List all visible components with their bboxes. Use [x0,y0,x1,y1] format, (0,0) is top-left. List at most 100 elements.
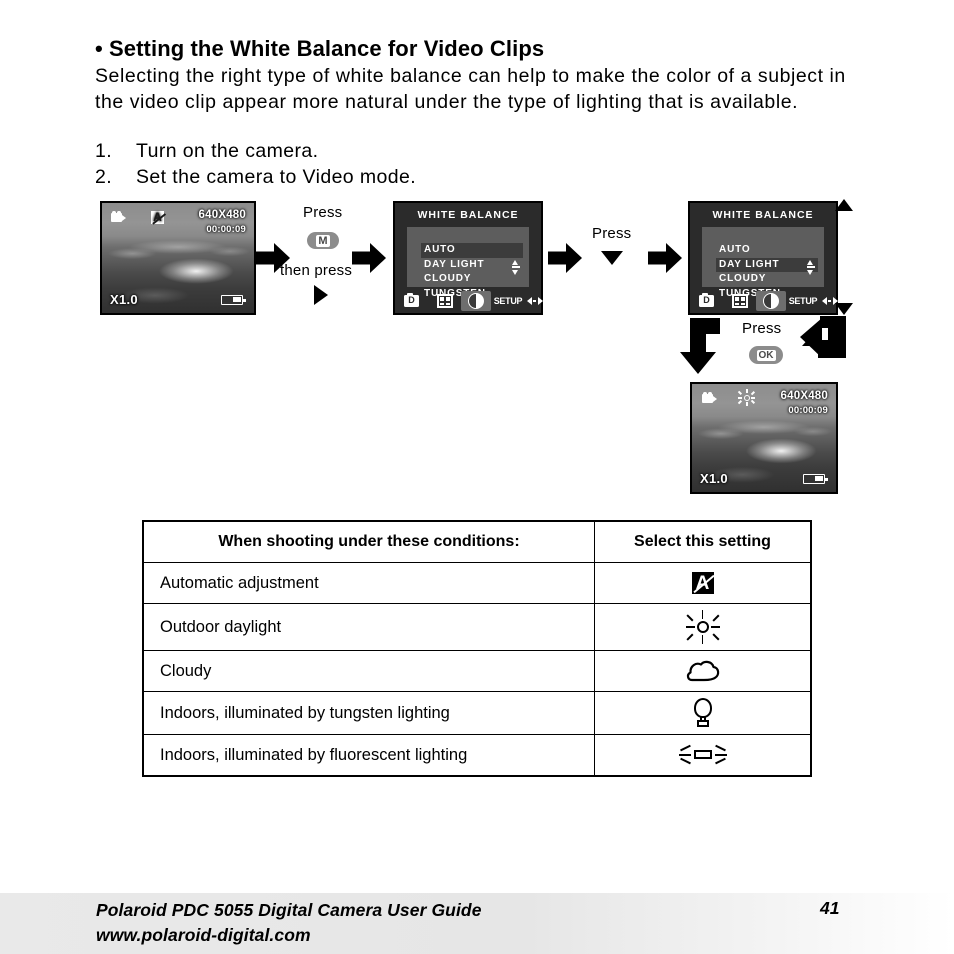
contrast-circle-icon [468,293,484,309]
white-balance-settings-table: When shooting under these conditions: Se… [142,520,812,777]
list-item: 1. Turn on the camera. [95,139,795,165]
table-header-row: When shooting under these conditions: Se… [144,522,810,563]
menu-panel: AUTO DAY LIGHT CLOUDY TUNGSTEN [702,227,824,299]
wb-tungsten-bulb-icon [690,698,716,728]
table-row: Outdoor daylight [144,604,810,651]
battery-icon [803,474,828,484]
zoom-level-label: X1.0 [110,292,138,307]
menu-item-auto[interactable]: AUTO [716,243,818,258]
step-text: Turn on the camera. [136,140,319,162]
flow-arrow-bent-left [676,316,722,376]
capture-mode-icon [699,292,714,307]
page-title: • Setting the White Balance for Video Cl… [95,36,545,61]
wb-daylight-sun-icon [737,389,755,406]
zoom-level-label: X1.0 [700,471,728,486]
tab-capture-mode[interactable] [395,291,428,311]
tab-contrast[interactable] [756,291,786,311]
tab-left-right[interactable] [525,291,545,311]
step-number: 2. [95,165,113,188]
tab-quality[interactable] [723,291,756,311]
condition-cell: Cloudy [144,651,595,691]
menu-item-cloudy[interactable]: CLOUDY [716,272,818,287]
menu-title: WHITE BALANCE [417,209,519,221]
setting-cell [595,563,810,603]
recording-time-label: 00:00:09 [206,224,246,235]
menu-tab-bar: SETUP [395,289,543,313]
table-row: Indoors, illuminated by fluorescent ligh… [144,735,810,775]
tab-setup[interactable]: SETUP [786,291,820,311]
setting-cell [595,692,810,734]
menu-item-day-light[interactable]: DAY LIGHT [421,258,523,273]
condition-cell: Automatic adjustment [144,563,595,603]
m-button-label: M [316,234,330,247]
triangle-up-icon [835,199,853,211]
recording-time-label: 00:00:09 [788,405,828,416]
scroll-up-down-icon[interactable] [806,260,815,275]
steps-list: 1. Turn on the camera. 2. Set the camera… [95,139,795,190]
menu-item-day-light[interactable]: DAY LIGHT [716,257,818,272]
condition-cell: Indoors, illuminated by fluorescent ligh… [144,735,595,775]
menu-tab-bar: SETUP [690,289,838,313]
footer-text: Polaroid PDC 5055 Digital Camera User Gu… [96,898,482,948]
tab-capture-mode[interactable] [690,291,723,311]
setting-cell [595,604,810,650]
menu-item-cloudy[interactable]: CLOUDY [421,272,523,287]
footer-guide-title: Polaroid PDC 5055 Digital Camera User Gu… [96,900,482,920]
tab-setup[interactable]: SETUP [491,291,525,311]
m-button[interactable]: M [307,232,339,249]
battery-icon [221,295,246,305]
column-header-conditions: When shooting under these conditions: [144,522,595,562]
ok-button[interactable]: OK [749,346,783,364]
press-label-2: Press [592,225,632,242]
press-label-1: Press [303,204,343,221]
step-text: Set the camera to Video mode. [136,165,417,188]
lcd-preview-after: 640X480 00:00:09 X1.0 [690,382,838,494]
flow-arrow-right [352,243,386,273]
manual-page: • Setting the White Balance for Video Cl… [0,0,954,954]
resolution-label: 640X480 [198,209,246,221]
white-balance-menu-1[interactable]: WHITE BALANCE AUTO DAY LIGHT CLOUDY TUNG… [393,201,543,315]
triangle-down-icon [601,251,623,265]
triangle-right-icon [314,285,328,305]
ok-button-label: OK [756,349,776,361]
menu-title: WHITE BALANCE [712,209,814,221]
table-row: Indoors, illuminated by tungsten lightin… [144,692,810,735]
flow-arrow-right [548,243,582,273]
wb-fluorescent-icon [678,743,728,767]
capture-mode-icon [404,292,419,307]
menu-item-auto[interactable]: AUTO [421,243,523,258]
quality-grid-icon [731,294,748,308]
wb-cloudy-icon [686,660,720,682]
setting-cell [595,735,810,775]
flow-arrow-right [648,243,682,273]
white-balance-menu-2[interactable]: WHITE BALANCE AUTO DAY LIGHT CLOUDY TUNG… [688,201,838,315]
camcorder-icon [702,392,717,403]
lcd-preview-before: 640X480 00:00:09 X1.0 [100,201,256,315]
footer-website: www.polaroid-digital.com [96,925,311,945]
scroll-up-down-icon[interactable] [511,260,520,275]
list-item: 2. Set the camera to Video mode. [95,165,795,191]
table-row: Cloudy [144,651,810,692]
wb-auto-icon [151,210,164,225]
page-number: 41 [820,898,840,918]
camcorder-icon [111,211,126,222]
wb-daylight-sun-icon [685,610,720,644]
tab-contrast[interactable] [461,291,491,311]
tab-quality[interactable] [428,291,461,311]
column-header-setting: Select this setting [634,533,771,550]
press-label-3: Press [742,320,782,337]
setting-cell [595,651,810,691]
condition-cell: Outdoor daylight [144,604,595,650]
wb-auto-icon [691,572,714,595]
intro-paragraph: Selecting the right type of white balanc… [95,65,846,113]
condition-cell: Indoors, illuminated by tungsten lightin… [144,692,595,734]
table-row: Automatic adjustment [144,563,810,604]
menu-panel: AUTO DAY LIGHT CLOUDY TUNGSTEN [407,227,529,299]
left-right-arrows-icon [527,297,543,305]
flow-arrow-bent-right-shape [798,314,848,362]
quality-grid-icon [436,294,453,308]
then-press-label: then press [280,262,353,279]
contrast-circle-icon [763,293,779,309]
resolution-label: 640X480 [780,390,828,402]
step-number: 1. [95,140,113,162]
